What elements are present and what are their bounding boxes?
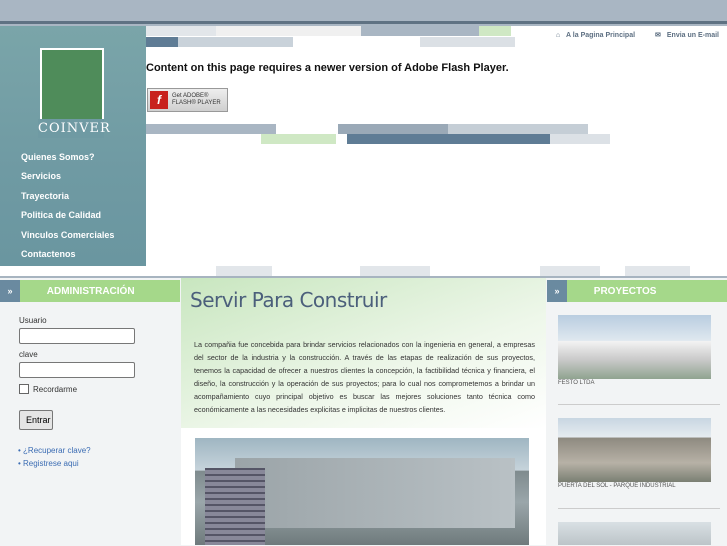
- logo-column: COINVER Quienes Somos? Servicios Trayect…: [0, 26, 146, 266]
- remember-label: Recordarme: [33, 384, 78, 394]
- login-button[interactable]: Entrar: [19, 410, 53, 430]
- top-links: ⌂ A la Pagina Principal ✉ Envia un E-mail: [538, 31, 719, 39]
- home-link[interactable]: ⌂ A la Pagina Principal: [556, 32, 635, 39]
- project-item[interactable]: FESTO LTDA: [558, 315, 711, 386]
- project-image: [558, 522, 711, 545]
- page-title: Servir Para Construir: [190, 288, 387, 312]
- project-item[interactable]: [558, 522, 711, 546]
- get-flash-player-button[interactable]: f Get ADOBE® FLASH® PLAYER: [147, 88, 228, 112]
- projects-header: » PROYECTOS: [547, 280, 727, 302]
- building-image: [195, 438, 529, 545]
- flash-button-line2: FLASH® PLAYER: [172, 100, 221, 106]
- flash-button-line1: Get ADOBE®: [172, 93, 209, 99]
- flash-icon: f: [150, 91, 168, 109]
- flash-message: Content on this page requires a newer ve…: [146, 62, 509, 74]
- project-caption: FESTO LTDA: [558, 380, 595, 386]
- main-content: Servir Para Construir La compañia fue co…: [181, 278, 546, 545]
- projects-title: PROYECTOS: [593, 286, 657, 297]
- user-label: Usuario: [19, 316, 47, 325]
- double-chevron-icon: »: [547, 280, 567, 302]
- admin-header: » ADMINISTRACIÓN: [0, 280, 180, 302]
- home-icon: ⌂: [555, 32, 561, 39]
- project-caption: PUERTA DEL SOL - PARQUE INDUSTRIAL: [558, 483, 676, 489]
- top-bar: [0, 0, 727, 26]
- register-link[interactable]: Registrese aqui: [23, 459, 79, 468]
- project-item[interactable]: PUERTA DEL SOL - PARQUE INDUSTRIAL: [558, 418, 711, 489]
- menu-item-politica-de-calidad[interactable]: Politica de Calidad: [0, 206, 146, 225]
- main-menu: Quienes Somos? Servicios Trayectoria Pol…: [0, 148, 146, 264]
- project-image: [558, 315, 711, 379]
- username-input[interactable]: [19, 328, 135, 344]
- menu-item-vinculos-comerciales[interactable]: Vinculos Comerciales: [0, 226, 146, 245]
- menu-item-trayectoria[interactable]: Trayectoria: [0, 187, 146, 206]
- menu-item-servicios[interactable]: Servicios: [0, 167, 146, 186]
- menu-item-quienes-somos[interactable]: Quienes Somos?: [0, 148, 146, 167]
- intro-text: La compañia fue concebida para brindar s…: [194, 340, 535, 414]
- account-links: • ¿Recuperar clave? • Registrese aqui: [18, 446, 91, 468]
- menu-item-contactenos[interactable]: Contactenos: [0, 245, 146, 264]
- login-form: Usuario clave Recordarme Entrar: [19, 316, 135, 430]
- email-link[interactable]: ✉ Envia un E-mail: [655, 31, 719, 39]
- remember-checkbox[interactable]: [19, 384, 29, 394]
- recover-password-link[interactable]: ¿Recuperar clave?: [23, 446, 91, 455]
- envelope-icon: ✉: [655, 32, 661, 39]
- password-label: clave: [19, 350, 38, 359]
- admin-title: ADMINISTRACIÓN: [46, 286, 135, 297]
- coinver-logo[interactable]: COINVER: [38, 48, 111, 138]
- logo-text: COINVER: [38, 119, 111, 138]
- project-image: [558, 418, 711, 482]
- double-chevron-icon: »: [0, 280, 20, 302]
- password-input[interactable]: [19, 362, 135, 378]
